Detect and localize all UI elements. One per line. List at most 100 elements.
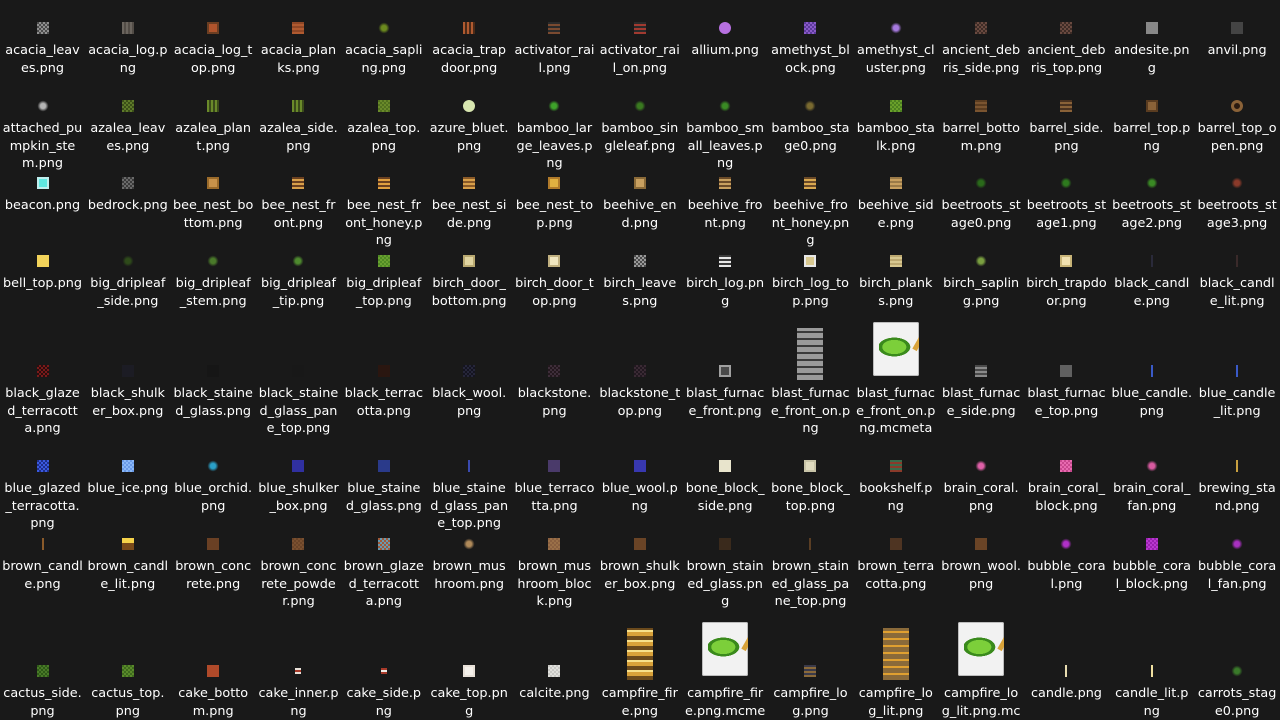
file-item[interactable]: campfire_log_lit.png.mcmeta: [939, 622, 1024, 720]
file-item[interactable]: blast_furnace_front_on.png: [768, 328, 853, 438]
file-item[interactable]: birch_planks.png: [853, 252, 938, 310]
file-item[interactable]: brown_mushroom.png: [427, 535, 512, 593]
file-item[interactable]: amethyst_cluster.png: [853, 19, 938, 77]
file-item[interactable]: brown_shulker_box.png: [597, 535, 682, 593]
file-item[interactable]: barrel_bottom.png: [939, 97, 1024, 155]
file-item[interactable]: birch_leaves.png: [597, 252, 682, 310]
file-item[interactable]: campfire_fire.png.mcmeta: [683, 622, 768, 720]
file-item[interactable]: bubble_coral_block.png: [1109, 535, 1194, 593]
file-item[interactable]: bookshelf.png: [853, 457, 938, 515]
file-item[interactable]: beehive_front_honey.png: [768, 174, 853, 250]
file-item[interactable]: beetroots_stage2.png: [1109, 174, 1194, 232]
file-item[interactable]: brown_terracotta.png: [853, 535, 938, 593]
file-item[interactable]: azalea_side.png: [256, 97, 341, 155]
file-item[interactable]: acacia_trapdoor.png: [427, 19, 512, 77]
file-item[interactable]: blue_orchid.png: [171, 457, 256, 515]
file-item[interactable]: azalea_top.png: [341, 97, 426, 155]
file-item[interactable]: acacia_log_top.png: [171, 19, 256, 77]
file-item[interactable]: barrel_top.png: [1109, 97, 1194, 155]
file-item[interactable]: bamboo_small_leaves.png: [683, 97, 768, 173]
file-item[interactable]: blue_candle_lit.png: [1195, 362, 1280, 420]
file-item[interactable]: bamboo_singleleaf.png: [597, 97, 682, 155]
file-item[interactable]: bell_top.png: [0, 252, 85, 293]
file-item[interactable]: blue_terracotta.png: [512, 457, 597, 515]
file-item[interactable]: brain_coral_block.png: [1024, 457, 1109, 515]
file-item[interactable]: azure_bluet.png: [427, 97, 512, 155]
file-item[interactable]: black_stained_glass.png: [171, 362, 256, 420]
file-item[interactable]: brown_concrete.png: [171, 535, 256, 593]
file-item[interactable]: blackstone.png: [512, 362, 597, 420]
file-item[interactable]: blast_furnace_top.png: [1024, 362, 1109, 420]
file-item[interactable]: campfire_log_lit.png: [853, 628, 938, 720]
file-item[interactable]: birch_log.png: [683, 252, 768, 310]
file-item[interactable]: brown_stained_glass.png: [683, 535, 768, 611]
file-item[interactable]: activator_rail_on.png: [597, 19, 682, 77]
file-item[interactable]: blue_glazed_terracotta.png: [0, 457, 85, 533]
file-item[interactable]: brewing_stand.png: [1195, 457, 1280, 515]
file-item[interactable]: cactus_side.png: [0, 662, 85, 720]
file-item[interactable]: bedrock.png: [85, 174, 170, 215]
file-item[interactable]: blast_furnace_front.png: [683, 362, 768, 420]
file-item[interactable]: bee_nest_side.png: [427, 174, 512, 232]
file-item[interactable]: bone_block_side.png: [683, 457, 768, 515]
file-item[interactable]: black_wool.png: [427, 362, 512, 420]
file-item[interactable]: big_dripleaf_tip.png: [256, 252, 341, 310]
file-item[interactable]: acacia_leaves.png: [0, 19, 85, 77]
file-item[interactable]: beetroots_stage3.png: [1195, 174, 1280, 232]
file-item[interactable]: bamboo_stage0.png: [768, 97, 853, 155]
file-item[interactable]: bamboo_stalk.png: [853, 97, 938, 155]
file-item[interactable]: acacia_sapling.png: [341, 19, 426, 77]
file-item[interactable]: brown_wool.png: [939, 535, 1024, 593]
file-item[interactable]: brown_stained_glass_pane_top.png: [768, 535, 853, 611]
file-item[interactable]: big_dripleaf_stem.png: [171, 252, 256, 310]
file-item[interactable]: brown_concrete_powder.png: [256, 535, 341, 611]
file-item[interactable]: blackstone_top.png: [597, 362, 682, 420]
file-item[interactable]: bee_nest_front.png: [256, 174, 341, 232]
file-item[interactable]: attached_pumpkin_stem.png: [0, 97, 85, 173]
file-item[interactable]: bubble_coral.png: [1024, 535, 1109, 593]
file-item[interactable]: bee_nest_bottom.png: [171, 174, 256, 232]
file-item[interactable]: bubble_coral_fan.png: [1195, 535, 1280, 593]
file-item[interactable]: bamboo_large_leaves.png: [512, 97, 597, 173]
file-item[interactable]: azalea_leaves.png: [85, 97, 170, 155]
file-item[interactable]: blue_stained_glass_pane_top.png: [427, 457, 512, 533]
file-item[interactable]: allium.png: [683, 19, 768, 60]
file-item[interactable]: calcite.png: [512, 662, 597, 703]
file-item[interactable]: cake_top.png: [427, 662, 512, 720]
file-item[interactable]: birch_door_bottom.png: [427, 252, 512, 310]
file-item[interactable]: cake_inner.png: [256, 662, 341, 720]
file-item[interactable]: blue_wool.png: [597, 457, 682, 515]
file-item[interactable]: campfire_log.png: [768, 662, 853, 720]
file-item[interactable]: cactus_top.png: [85, 662, 170, 720]
file-item[interactable]: blue_stained_glass.png: [341, 457, 426, 515]
file-item[interactable]: activator_rail.png: [512, 19, 597, 77]
file-item[interactable]: blue_candle.png: [1109, 362, 1194, 420]
file-item[interactable]: barrel_side.png: [1024, 97, 1109, 155]
file-item[interactable]: birch_trapdoor.png: [1024, 252, 1109, 310]
file-item[interactable]: bone_block_top.png: [768, 457, 853, 515]
file-item[interactable]: brown_mushroom_block.png: [512, 535, 597, 611]
file-item[interactable]: barrel_top_open.png: [1195, 97, 1280, 155]
file-item[interactable]: bee_nest_front_honey.png: [341, 174, 426, 250]
file-item[interactable]: beetroots_stage0.png: [939, 174, 1024, 232]
file-item[interactable]: black_stained_glass_pane_top.png: [256, 362, 341, 438]
file-item[interactable]: campfire_fire.png: [597, 628, 682, 720]
file-item[interactable]: birch_log_top.png: [768, 252, 853, 310]
file-item[interactable]: anvil.png: [1195, 19, 1280, 60]
file-item[interactable]: birch_sapling.png: [939, 252, 1024, 310]
file-item[interactable]: blue_shulker_box.png: [256, 457, 341, 515]
file-item[interactable]: ancient_debris_side.png: [939, 19, 1024, 77]
file-item[interactable]: big_dripleaf_top.png: [341, 252, 426, 310]
file-item[interactable]: beacon.png: [0, 174, 85, 215]
file-item[interactable]: black_shulker_box.png: [85, 362, 170, 420]
file-item[interactable]: acacia_log.png: [85, 19, 170, 77]
file-item[interactable]: carrots_stage0.png: [1195, 662, 1280, 720]
file-item[interactable]: cake_side.png: [341, 662, 426, 720]
file-item[interactable]: candle_lit.png: [1109, 662, 1194, 720]
file-item[interactable]: andesite.png: [1109, 19, 1194, 77]
file-item[interactable]: beehive_side.png: [853, 174, 938, 232]
file-item[interactable]: azalea_plant.png: [171, 97, 256, 155]
file-item[interactable]: black_candle_lit.png: [1195, 252, 1280, 310]
file-item[interactable]: brown_glazed_terracotta.png: [341, 535, 426, 611]
file-item[interactable]: brain_coral.png: [939, 457, 1024, 515]
